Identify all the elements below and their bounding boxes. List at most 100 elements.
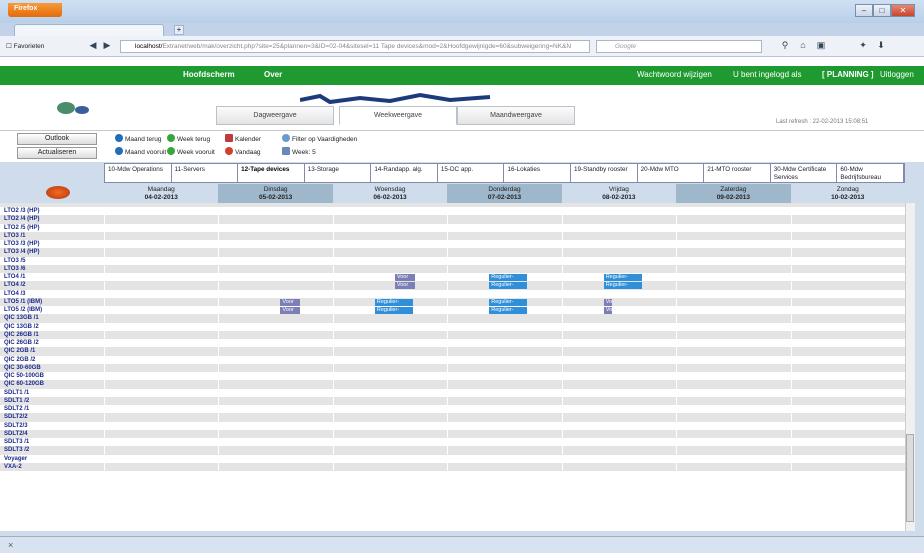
- row-cells[interactable]: [104, 454, 905, 463]
- day-cell[interactable]: [676, 273, 790, 282]
- day-cell[interactable]: [218, 396, 332, 405]
- day-cell[interactable]: [447, 396, 561, 405]
- day-cell[interactable]: [790, 306, 905, 315]
- addons-icon[interactable]: ✦: [856, 40, 870, 51]
- day-cell[interactable]: [332, 446, 447, 455]
- change-password-link[interactable]: Wachtwoord wijzigen: [637, 70, 712, 79]
- resource-label[interactable]: QIC 2GB /1: [4, 347, 35, 355]
- search-input[interactable]: Google: [596, 40, 762, 53]
- day-cell[interactable]: [447, 355, 561, 364]
- new-tab-button[interactable]: +: [174, 25, 184, 35]
- resource-label[interactable]: QIC 30-60GB: [4, 364, 41, 372]
- day-cell[interactable]: [790, 421, 905, 430]
- find-icon[interactable]: ⚲: [778, 40, 792, 51]
- category-tab[interactable]: 15-DC app.: [438, 164, 505, 182]
- day-cell[interactable]: [104, 314, 218, 323]
- day-cell[interactable]: [104, 256, 218, 265]
- resource-label[interactable]: LTO4 /3: [4, 290, 25, 298]
- day-header-cell[interactable]: Vrijdag 08-02-2013: [562, 184, 676, 203]
- day-cell[interactable]: [332, 421, 447, 430]
- day-cell[interactable]: [447, 438, 561, 447]
- resource-label[interactable]: LTO3 /6: [4, 265, 25, 273]
- resource-label[interactable]: SDLT2/3: [4, 422, 28, 430]
- day-cell[interactable]: [218, 454, 332, 463]
- day-cell[interactable]: [561, 248, 676, 257]
- tab-maandweergave[interactable]: Maandweergave: [457, 106, 575, 125]
- resource-label[interactable]: LTO3 /5: [4, 257, 25, 265]
- category-tab[interactable]: 14-Randapp. alg.: [371, 164, 438, 182]
- day-cell[interactable]: [676, 372, 790, 381]
- planning-event[interactable]: Regulier-: [603, 282, 642, 290]
- refresh-button[interactable]: Actualiseren: [17, 147, 97, 159]
- day-cell[interactable]: [218, 231, 332, 240]
- resource-label[interactable]: LTO5 /2 (IBM): [4, 306, 42, 314]
- day-cell[interactable]: [447, 454, 561, 463]
- resource-label[interactable]: SDLT3 /1: [4, 438, 29, 446]
- day-cell[interactable]: [676, 388, 790, 397]
- resource-label[interactable]: LTO2 /4 (HP): [4, 215, 39, 223]
- day-cell[interactable]: [104, 405, 218, 414]
- day-cell[interactable]: [790, 462, 905, 471]
- back-icon[interactable]: ◀: [86, 40, 100, 51]
- day-cell[interactable]: [790, 396, 905, 405]
- row-cells[interactable]: [104, 363, 905, 372]
- day-cell[interactable]: [790, 207, 905, 216]
- day-cell[interactable]: [447, 322, 561, 331]
- day-cell[interactable]: [447, 248, 561, 257]
- planning-event[interactable]: Vo: [603, 298, 612, 306]
- day-cell[interactable]: [676, 405, 790, 414]
- day-cell[interactable]: [676, 215, 790, 224]
- day-cell[interactable]: [790, 372, 905, 381]
- day-cell[interactable]: [447, 405, 561, 414]
- day-cell[interactable]: [218, 281, 332, 290]
- day-cell[interactable]: [218, 405, 332, 414]
- resource-label[interactable]: Voyager: [4, 455, 27, 463]
- day-cell[interactable]: [790, 454, 905, 463]
- day-cell[interactable]: [104, 438, 218, 447]
- day-cell[interactable]: [561, 289, 676, 298]
- day-cell[interactable]: [676, 297, 790, 306]
- day-cell[interactable]: [332, 355, 447, 364]
- day-cell[interactable]: [332, 231, 447, 240]
- row-cells[interactable]: [104, 347, 905, 356]
- day-cell[interactable]: [561, 256, 676, 265]
- day-cell[interactable]: [790, 413, 905, 422]
- day-cell[interactable]: [676, 355, 790, 364]
- day-header-cell[interactable]: Zaterdag 09-02-2013: [676, 184, 791, 203]
- day-cell[interactable]: [790, 231, 905, 240]
- day-cell[interactable]: [561, 413, 676, 422]
- day-cell[interactable]: [218, 446, 332, 455]
- row-cells[interactable]: [104, 231, 905, 240]
- day-cell[interactable]: [218, 314, 332, 323]
- day-cell[interactable]: [332, 462, 447, 471]
- day-cell[interactable]: [332, 347, 447, 356]
- day-cell[interactable]: [790, 314, 905, 323]
- day-cell[interactable]: [790, 289, 905, 298]
- resource-label[interactable]: QIC 26GB /1: [4, 331, 39, 339]
- day-cell[interactable]: [104, 289, 218, 298]
- month-forward-button[interactable]: Maand vooruit: [115, 147, 166, 156]
- row-cells[interactable]: [104, 421, 905, 430]
- resource-label[interactable]: LTO4 /2: [4, 281, 25, 289]
- day-cell[interactable]: [332, 314, 447, 323]
- category-tab[interactable]: 19-Standby rooster: [571, 164, 638, 182]
- day-cell[interactable]: [790, 273, 905, 282]
- day-cell[interactable]: [447, 446, 561, 455]
- day-cell[interactable]: [104, 421, 218, 430]
- day-cell[interactable]: [561, 454, 676, 463]
- day-cell[interactable]: [447, 372, 561, 381]
- resource-label[interactable]: LTO5 /1 (IBM): [4, 298, 42, 306]
- resource-label[interactable]: QIC 13GB /1: [4, 314, 39, 322]
- resource-label[interactable]: QIC 2GB /2: [4, 356, 35, 364]
- bookmark-icon[interactable]: ▣: [814, 40, 828, 51]
- day-cell[interactable]: [104, 322, 218, 331]
- row-cells[interactable]: [104, 240, 905, 249]
- day-cell[interactable]: [447, 264, 561, 273]
- day-cell[interactable]: [332, 248, 447, 257]
- row-cells[interactable]: [104, 355, 905, 364]
- day-cell[interactable]: [561, 446, 676, 455]
- day-cell[interactable]: [790, 405, 905, 414]
- day-cell[interactable]: [332, 454, 447, 463]
- bookmarks-button[interactable]: ☐ Favorieten: [6, 42, 44, 50]
- day-cell[interactable]: [218, 355, 332, 364]
